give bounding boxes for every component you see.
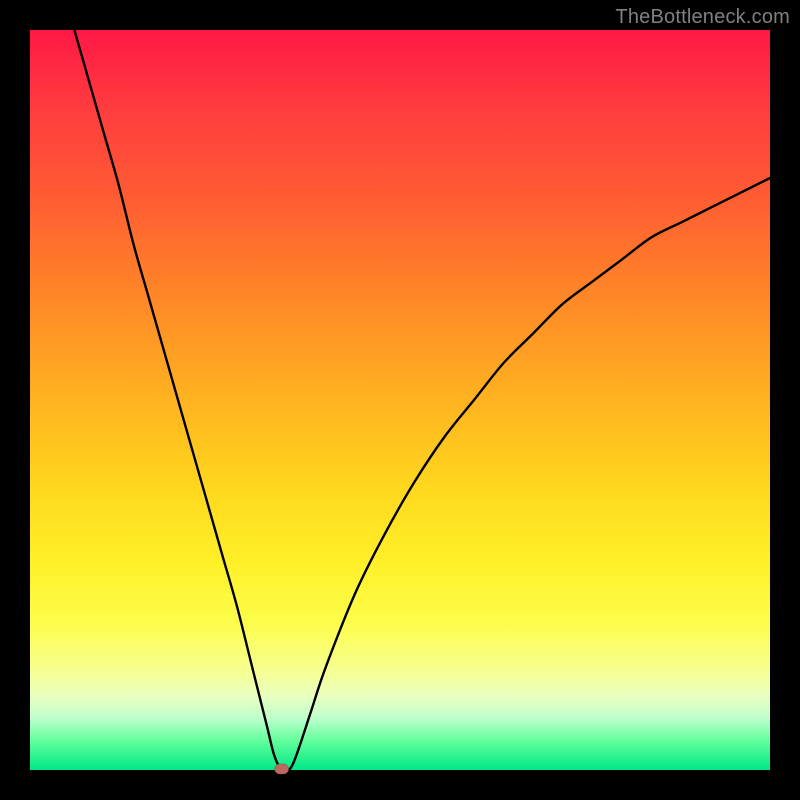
minimum-marker — [275, 764, 289, 774]
chart-frame: TheBottleneck.com — [0, 0, 800, 800]
bottleneck-curve — [74, 30, 770, 772]
plot-area — [30, 30, 770, 770]
watermark-text: TheBottleneck.com — [615, 6, 790, 29]
curve-layer — [30, 30, 770, 770]
